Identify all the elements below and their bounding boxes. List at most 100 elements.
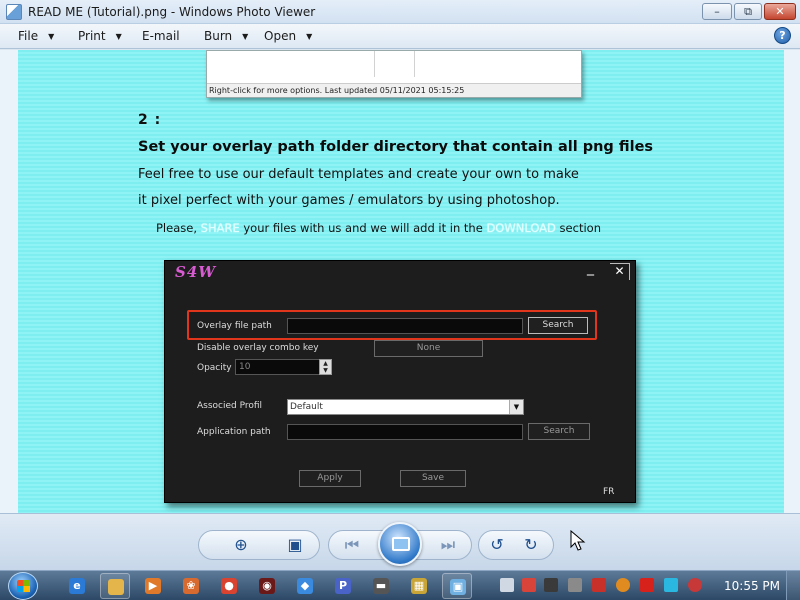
- title-bar: READ ME (Tutorial).png - Windows Photo V…: [0, 0, 800, 24]
- profile-value: Default: [290, 402, 323, 412]
- taskbar-item[interactable]: ◆: [290, 573, 320, 599]
- taskbar-item[interactable]: ❀: [176, 573, 206, 599]
- share-suffix: section: [555, 221, 601, 235]
- taskbar-item[interactable]: ▣: [442, 573, 472, 599]
- column-divider: [375, 51, 415, 77]
- help-icon[interactable]: ?: [774, 27, 791, 44]
- chevron-down-icon: ▼: [306, 32, 313, 41]
- reader-icon: ▬: [373, 578, 389, 594]
- step-heading: Set your overlay path folder directory t…: [138, 139, 654, 155]
- share-word: SHARE: [200, 221, 240, 235]
- image-viewport[interactable]: Right-click for more options. Last updat…: [0, 50, 800, 513]
- menu-print[interactable]: Print ▼: [78, 29, 122, 43]
- cropped-window-screenshot: Right-click for more options. Last updat…: [206, 50, 582, 98]
- taskbar-item[interactable]: ▬: [366, 573, 396, 599]
- tutorial-image: Right-click for more options. Last updat…: [18, 50, 784, 513]
- close-button[interactable]: ✕: [764, 3, 796, 20]
- start-button[interactable]: [8, 572, 38, 600]
- shield-icon: ◆: [297, 578, 313, 594]
- taskbar-item[interactable]: ▶: [138, 573, 168, 599]
- step-number: 2 :: [138, 112, 162, 128]
- window-title: READ ME (Tutorial).png - Windows Photo V…: [28, 5, 316, 19]
- windows-logo-icon: [17, 580, 30, 592]
- show-desktop-button[interactable]: [786, 571, 800, 600]
- menu-file-label: File: [18, 29, 39, 43]
- taskbar-item[interactable]: e: [62, 573, 92, 599]
- column-divider: [207, 51, 375, 77]
- minimize-icon: _: [587, 260, 594, 276]
- opacity-field: 10: [235, 359, 321, 375]
- profile-select: Default ▼: [287, 399, 524, 415]
- close-icon: ✕: [775, 5, 785, 18]
- tray-app-icon[interactable]: [522, 578, 536, 592]
- chrome-icon: ●: [221, 578, 237, 594]
- photo-viewer-icon: ▣: [450, 579, 466, 595]
- slideshow-button[interactable]: [378, 522, 422, 566]
- monitor-icon[interactable]: [664, 578, 678, 592]
- language-label: FR: [603, 487, 615, 497]
- body-text-line: Feel free to use our default templates a…: [138, 167, 579, 182]
- internet-explorer-icon: e: [69, 578, 85, 594]
- slideshow-icon: [392, 537, 410, 551]
- opacity-label: Opacity: [197, 363, 232, 373]
- combo-key-label: Disable overlay combo key: [197, 343, 319, 353]
- media-player-icon: ▶: [145, 578, 161, 594]
- share-prefix: Please,: [156, 221, 201, 235]
- file-explorer-icon: [108, 579, 124, 595]
- menu-open[interactable]: Open ▼: [264, 29, 312, 43]
- maximize-button[interactable]: ⧉: [734, 3, 762, 20]
- share-text: Please, SHARE your files with us and we …: [156, 221, 601, 235]
- save-button: Save: [400, 470, 466, 487]
- search-button: Search: [528, 317, 588, 334]
- chevron-down-icon: ▼: [509, 400, 523, 414]
- taskbar-item[interactable]: [100, 573, 130, 599]
- taskbar-item[interactable]: P: [328, 573, 358, 599]
- profile-label: Associed Profil: [197, 401, 263, 411]
- close-icon: ✕: [610, 263, 630, 280]
- share-mid: your files with us and we will add it in…: [239, 221, 487, 235]
- taskbar-item[interactable]: ▦: [404, 573, 434, 599]
- body-text-line: it pixel perfect with your games / emula…: [138, 193, 560, 208]
- rotate-clockwise-icon[interactable]: ↻: [520, 534, 542, 556]
- spinner-arrows-icon: ▲ ▼: [319, 359, 332, 375]
- taskbar-clock[interactable]: 10:55 PM: [724, 579, 780, 593]
- previous-icon[interactable]: ⏮: [340, 534, 364, 556]
- chevron-down-icon: ▼: [115, 32, 122, 41]
- tray-app-icon[interactable]: [500, 578, 514, 592]
- next-icon[interactable]: ⏭: [436, 534, 460, 556]
- search-icon[interactable]: [616, 578, 630, 592]
- chevron-down-icon: ▼: [242, 32, 249, 41]
- overlay-path-label: Overlay file path: [197, 321, 272, 331]
- rotate-counterclockwise-icon[interactable]: ↺: [486, 534, 508, 556]
- taskbar: e ▶ ❀ ● ◉ ◆ P ▬ ▦ ▣ 10:55 PM: [0, 570, 800, 600]
- taskbar-item[interactable]: ●: [214, 573, 244, 599]
- s4w-logo: S4W: [175, 263, 217, 281]
- zoom-icon[interactable]: ⊕: [226, 534, 256, 556]
- control-bar: ⊕ ▣ ⏮ ⏭ ↺ ↻: [0, 513, 800, 570]
- menu-burn-label: Burn: [204, 29, 233, 43]
- tray-app-icon[interactable]: [544, 578, 558, 592]
- minimize-button[interactable]: –: [702, 3, 732, 20]
- combo-key-button: None: [374, 340, 483, 357]
- taskbar-item[interactable]: ◉: [252, 573, 282, 599]
- status-text: Right-click for more options. Last updat…: [207, 83, 581, 97]
- tray-app-icon[interactable]: [592, 578, 606, 592]
- tray-app-icon[interactable]: [568, 578, 582, 592]
- apply-button: Apply: [299, 470, 361, 487]
- menu-bar: File ▼ Print ▼ E-mail Burn ▼ Open ▼ ?: [0, 24, 800, 49]
- menu-burn[interactable]: Burn ▼: [204, 29, 248, 43]
- menu-file[interactable]: File ▼: [18, 29, 54, 43]
- maximize-icon: ⧉: [744, 5, 752, 18]
- overlay-path-field: [287, 318, 523, 334]
- menu-email[interactable]: E-mail: [142, 29, 180, 43]
- paint-icon: ❀: [183, 578, 199, 594]
- volume-icon[interactable]: [688, 578, 702, 592]
- actual-size-icon[interactable]: ▣: [284, 534, 306, 556]
- app-path-field: [287, 424, 523, 440]
- minimize-icon: –: [714, 5, 720, 18]
- photo-viewer-icon: [6, 4, 22, 20]
- menu-open-label: Open: [264, 29, 297, 43]
- flag-icon[interactable]: [640, 578, 654, 592]
- obs-icon: ◉: [259, 578, 275, 594]
- app-path-label: Application path: [197, 427, 271, 437]
